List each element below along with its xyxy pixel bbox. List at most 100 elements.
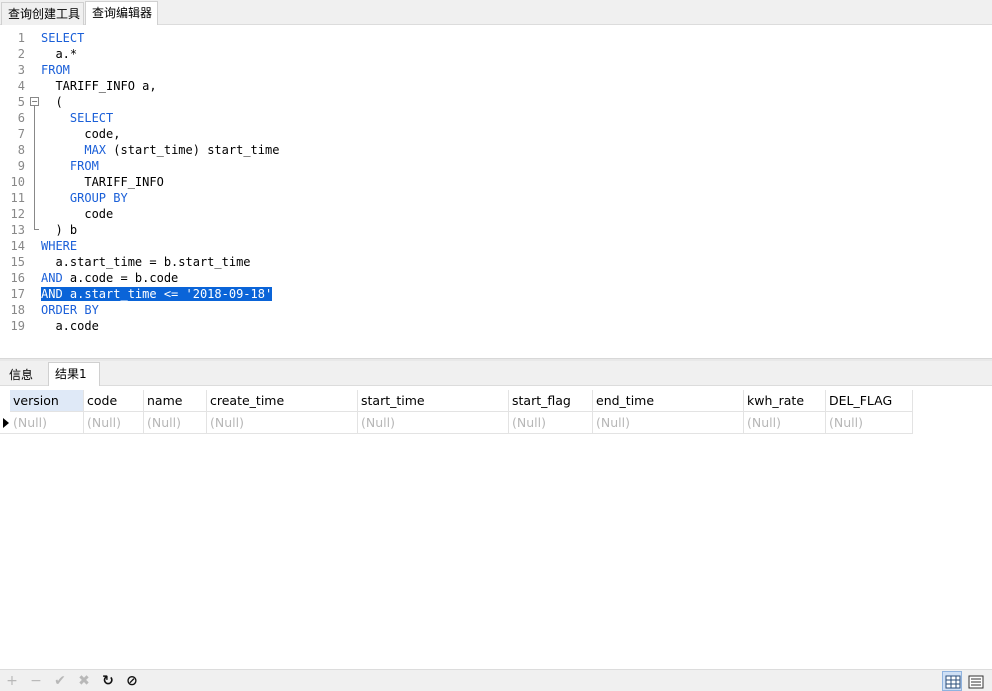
- code-text: a.start_time = b.start_time: [41, 254, 251, 270]
- column-header[interactable]: end_time: [593, 390, 744, 412]
- line-number: 16: [10, 271, 25, 285]
- form-view-button[interactable]: [965, 671, 985, 691]
- code-line[interactable]: 6 SELECT: [0, 110, 992, 126]
- selected-text: AND a.start_time <= '2018-09-18': [41, 287, 273, 301]
- column-header[interactable]: code: [84, 390, 144, 412]
- line-number: 18: [10, 303, 25, 317]
- column-header[interactable]: kwh_rate: [744, 390, 826, 412]
- code-line[interactable]: 16 AND a.code = b.code: [0, 270, 992, 286]
- column-header[interactable]: DEL_FLAG: [826, 390, 913, 412]
- code-token: a.start_time = b.start_time: [41, 255, 251, 269]
- code-line[interactable]: 12 code: [0, 206, 992, 222]
- code-line[interactable]: 2 a.*: [0, 46, 992, 62]
- line-number: 14: [10, 239, 25, 253]
- code-text: TARIFF_INFO: [41, 174, 163, 190]
- line-number: 17: [10, 287, 25, 301]
- code-text: ORDER BY: [41, 302, 99, 318]
- code-text: AND a.start_time <= '2018-09-18': [41, 286, 273, 302]
- code-text: TARIFF_INFO a,: [41, 78, 157, 94]
- sql-editor[interactable]: − 1 SELECT 2 a.* 3 FROM 4 TARIFF_INFO a, 5 (6 …: [0, 25, 992, 358]
- table-cell[interactable]: (Null): [744, 412, 826, 434]
- table-cell[interactable]: (Null): [358, 412, 509, 434]
- column-header[interactable]: start_flag: [509, 390, 593, 412]
- add-record-button[interactable]: +: [3, 672, 21, 690]
- sql-keyword: FROM: [69, 159, 99, 173]
- result-tab-bar: 信息 结果1: [0, 361, 992, 386]
- line-number: 3: [17, 63, 25, 77]
- tab-query-builder[interactable]: 查询创建工具: [1, 2, 84, 25]
- code-text: MAX (start_time) start_time: [41, 142, 279, 158]
- table-cell[interactable]: (Null): [593, 412, 744, 434]
- line-number: 15: [10, 255, 25, 269]
- code-token: code: [41, 207, 114, 221]
- code-line[interactable]: 15 a.start_time = b.start_time: [0, 254, 992, 270]
- line-number: 4: [17, 79, 25, 93]
- code-text: code: [41, 206, 113, 222]
- table-cell[interactable]: (Null): [144, 412, 207, 434]
- table-cell[interactable]: (Null): [84, 412, 144, 434]
- sql-keyword: WHERE: [41, 239, 78, 253]
- code-line[interactable]: 13 ) b: [0, 222, 992, 238]
- code-line[interactable]: 19 a.code: [0, 318, 992, 334]
- table-cell[interactable]: (Null): [826, 412, 913, 434]
- code-line[interactable]: 5 (: [0, 94, 992, 110]
- code-line[interactable]: 17 AND a.start_time <= '2018-09-18': [0, 286, 992, 302]
- stop-button[interactable]: ⊘: [123, 672, 141, 690]
- column-header[interactable]: create_time: [207, 390, 358, 412]
- code-line[interactable]: 3 FROM: [0, 62, 992, 78]
- apply-changes-button[interactable]: ✔: [51, 672, 69, 690]
- code-text: GROUP BY: [41, 190, 128, 206]
- tab-info[interactable]: 信息: [2, 363, 46, 386]
- grid-view-button[interactable]: [942, 671, 962, 691]
- code-line[interactable]: 14 WHERE: [0, 238, 992, 254]
- code-text: code,: [41, 126, 120, 142]
- tab-query-editor[interactable]: 查询编辑器: [85, 1, 158, 25]
- code-line[interactable]: 9 FROM: [0, 158, 992, 174]
- code-token: a.code = b.code: [62, 271, 179, 285]
- code-line[interactable]: 10 TARIFF_INFO: [0, 174, 992, 190]
- code-text: WHERE: [41, 238, 77, 254]
- code-text: a.*: [41, 46, 77, 62]
- code-text: FROM: [41, 62, 70, 78]
- line-number: 9: [17, 159, 25, 173]
- code-token: code,: [41, 127, 121, 141]
- column-header[interactable]: version: [10, 390, 84, 412]
- table-cell[interactable]: (Null): [509, 412, 593, 434]
- line-number: 7: [17, 127, 25, 141]
- line-number: 6: [17, 111, 25, 125]
- refresh-button[interactable]: ↻: [99, 672, 117, 690]
- table-cell[interactable]: (Null): [207, 412, 358, 434]
- sql-keyword: ORDER BY: [41, 303, 99, 317]
- code-text: FROM: [41, 158, 99, 174]
- code-line[interactable]: 4 TARIFF_INFO a,: [0, 78, 992, 94]
- code-text: AND a.code = b.code: [41, 270, 178, 286]
- delete-record-button[interactable]: −: [27, 672, 45, 690]
- line-number: 1: [17, 31, 25, 45]
- tab-result1[interactable]: 结果1: [48, 362, 100, 386]
- line-number: 13: [10, 223, 25, 237]
- code-text: SELECT: [41, 110, 113, 126]
- code-line[interactable]: 11 GROUP BY: [0, 190, 992, 206]
- code-line[interactable]: 18 ORDER BY: [0, 302, 992, 318]
- sql-keyword: SELECT: [41, 31, 85, 45]
- code-line[interactable]: 7 code,: [0, 126, 992, 142]
- column-header[interactable]: name: [144, 390, 207, 412]
- row-pointer-icon: [3, 418, 9, 428]
- line-number: 10: [10, 175, 25, 189]
- query-tab-bar: 查询创建工具 查询编辑器: [0, 0, 992, 25]
- code-token: ) b: [41, 223, 78, 237]
- code-token: TARIFF_INFO a,: [41, 79, 157, 93]
- discard-changes-button[interactable]: ✖: [75, 672, 93, 690]
- line-number: 11: [10, 191, 25, 205]
- sql-keyword: FROM: [41, 63, 70, 77]
- line-number: 8: [17, 143, 25, 157]
- code-line[interactable]: 1 SELECT: [0, 30, 992, 46]
- current-row-indicator: [0, 412, 10, 434]
- table-cell[interactable]: (Null): [10, 412, 84, 434]
- code-token: a.*: [41, 47, 78, 61]
- column-header[interactable]: start_time: [358, 390, 509, 412]
- code-line[interactable]: 8 MAX (start_time) start_time: [0, 142, 992, 158]
